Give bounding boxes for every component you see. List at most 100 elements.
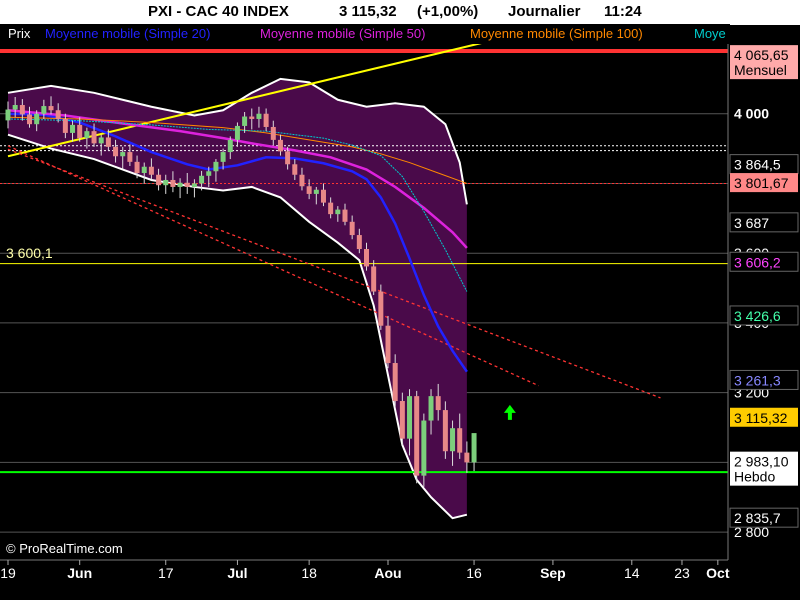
legend-sma20[interactable]: Moyenne mobile (Simple 20)	[45, 26, 210, 41]
candle-body	[299, 174, 305, 187]
x-tick-label: Aou	[374, 565, 401, 581]
price-tag-value: 2 835,7	[734, 510, 781, 526]
candle-body	[342, 209, 348, 222]
symbol-title: PXI - CAC 40 INDEX	[148, 3, 289, 20]
candle-body	[349, 221, 355, 236]
price-tag-value: 3 801,67	[734, 175, 789, 191]
x-tick-label: 23	[674, 565, 690, 581]
candle-body	[41, 106, 47, 114]
price-tag-value: 4 065,65	[734, 47, 789, 63]
price-tag-value: 3 687	[734, 215, 769, 231]
candle-body	[227, 139, 233, 153]
candle-body	[392, 363, 398, 402]
candle-body	[421, 420, 427, 476]
indicator-legend: Prix Moyenne mobile (Simple 20) Moyenne …	[0, 24, 730, 44]
price-tag-value: 3 864,5	[734, 157, 781, 173]
candle-body	[213, 161, 219, 172]
price-tag-value: 3 115,32	[734, 410, 788, 426]
candle-body	[70, 124, 76, 133]
price-tag-value: 3 261,3	[734, 372, 781, 388]
candle-body	[91, 131, 97, 144]
candle-body	[134, 161, 140, 173]
candle-body	[84, 131, 90, 139]
candle-body	[320, 189, 326, 203]
time-label: 11:24	[604, 3, 642, 20]
price-tag-label: Hebdo	[734, 469, 775, 485]
candle-body	[442, 410, 448, 452]
candle-body	[277, 139, 283, 152]
candle-body	[356, 235, 362, 250]
candle-body	[206, 171, 212, 176]
x-tick-label: 18	[301, 565, 317, 581]
price-tag-value: 2 983,10	[734, 454, 789, 470]
copyright: © ProRealTime.com	[6, 541, 123, 556]
candle-body	[471, 433, 477, 463]
legend-sma100[interactable]: Moyenne mobile (Simple 100)	[470, 26, 643, 41]
candle-body	[306, 186, 312, 194]
candle-body	[414, 396, 420, 476]
candle-body	[184, 182, 190, 187]
candle-body	[141, 166, 147, 173]
candle-body	[457, 428, 463, 453]
legend-price[interactable]: Prix	[8, 26, 30, 41]
x-tick-label: Oct	[706, 565, 730, 581]
candle-body	[371, 266, 377, 292]
candle-body	[5, 109, 11, 121]
current-price: 3 115,32	[339, 3, 397, 20]
candle-body	[34, 113, 40, 125]
candle-body	[199, 175, 205, 184]
price-tag-value: 3 426,6	[734, 308, 781, 324]
x-tick-label: 14	[624, 565, 640, 581]
x-tick-label: 17	[158, 565, 174, 581]
candle-body	[242, 116, 248, 126]
candle-body	[177, 182, 183, 187]
candle-body	[464, 452, 470, 463]
x-tick-label: 16	[466, 565, 482, 581]
candle-body	[156, 174, 162, 186]
candle-body	[328, 202, 334, 215]
candle-body	[313, 189, 319, 194]
candle-body	[77, 124, 83, 139]
price-tag-label: Mensuel	[734, 62, 787, 78]
candle-body	[55, 110, 61, 119]
candle-body	[120, 152, 126, 157]
price-chart: 4 0003 6003 4003 2002 8004 065,65Mensuel…	[0, 28, 800, 600]
candle-body	[48, 106, 54, 111]
legend-extra[interactable]: Moye	[694, 26, 726, 41]
legend-sma50[interactable]: Moyenne mobile (Simple 50)	[260, 26, 425, 41]
candle-body	[285, 151, 291, 165]
candle-body	[234, 125, 240, 140]
candle-body	[105, 137, 111, 147]
x-tick-label: Jul	[227, 565, 247, 581]
candle-body	[435, 396, 441, 411]
chart-title-bar: PXI - CAC 40 INDEX 3 115,32 (+1,00%) Jou…	[0, 0, 800, 25]
candle-body	[12, 105, 18, 110]
candle-body	[378, 291, 384, 326]
candle-body	[170, 179, 176, 187]
line-label: 3 600,1	[6, 245, 53, 261]
candle-body	[19, 105, 25, 115]
candle-body	[98, 137, 104, 144]
candle-body	[148, 166, 154, 175]
x-tick-label: 19	[0, 565, 16, 581]
candle-body	[127, 152, 133, 162]
x-tick-label: Sep	[540, 565, 566, 581]
candle-body	[263, 113, 269, 127]
candle-body	[62, 118, 68, 133]
candle-body	[220, 152, 226, 162]
period-label: Journalier	[508, 3, 581, 20]
candle-body	[270, 126, 276, 140]
x-tick-label: Jun	[67, 565, 92, 581]
candle-body	[113, 146, 119, 157]
candle-body	[399, 401, 405, 439]
candle-body	[163, 179, 169, 186]
candle-body	[191, 183, 197, 187]
price-change: (+1,00%)	[417, 3, 479, 20]
candle-body	[256, 113, 262, 119]
candle-body	[450, 428, 456, 452]
candle-body	[428, 396, 434, 421]
candle-body	[385, 325, 391, 364]
price-tag-value: 3 606,2	[734, 254, 781, 270]
candle-body	[364, 249, 369, 267]
candle-body	[292, 164, 298, 175]
